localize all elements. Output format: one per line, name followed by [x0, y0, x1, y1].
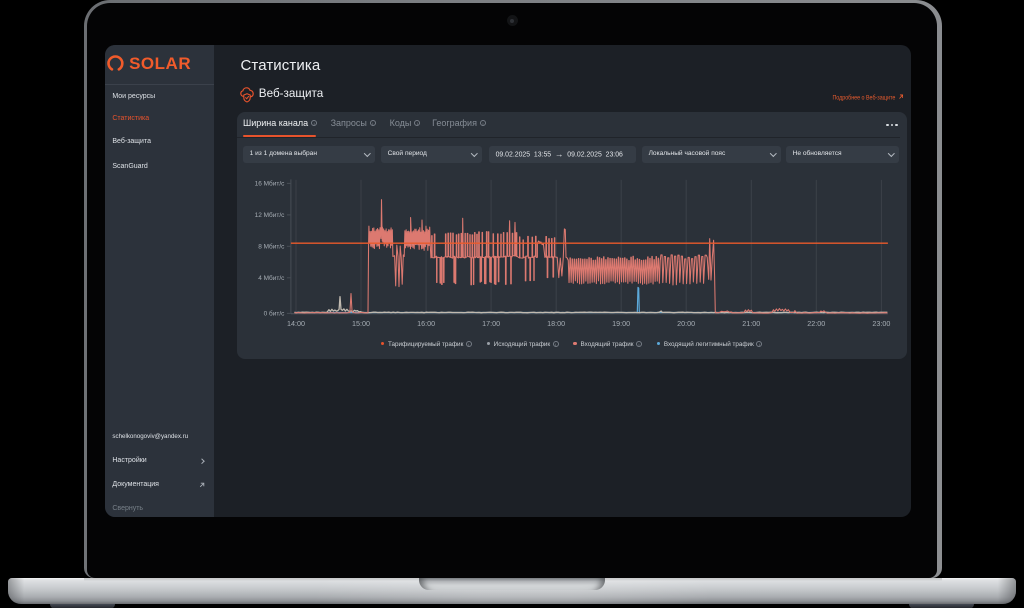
- svg-text:0 бит/с: 0 бит/с: [263, 309, 285, 317]
- svg-text:SOLAR: SOLAR: [129, 54, 191, 73]
- svg-text:16:00: 16:00: [417, 318, 435, 327]
- svg-text:18:00: 18:00: [547, 318, 565, 327]
- svg-text:14:00: 14:00: [287, 318, 305, 327]
- svg-text:4 Мбит/с: 4 Мбит/с: [258, 274, 285, 282]
- svg-text:22:00: 22:00: [807, 318, 825, 327]
- svg-text:17:00: 17:00: [482, 318, 500, 327]
- svg-text:12 Мбит/с: 12 Мбит/с: [254, 211, 285, 219]
- svg-text:19:00: 19:00: [612, 318, 630, 327]
- svg-text:20:00: 20:00: [677, 318, 695, 327]
- svg-text:15:00: 15:00: [352, 318, 370, 327]
- svg-text:21:00: 21:00: [742, 318, 760, 327]
- svg-text:8 Мбит/с: 8 Мбит/с: [258, 242, 285, 250]
- svg-text:16 Мбит/с: 16 Мбит/с: [254, 179, 285, 187]
- svg-text:23:00: 23:00: [872, 318, 890, 327]
